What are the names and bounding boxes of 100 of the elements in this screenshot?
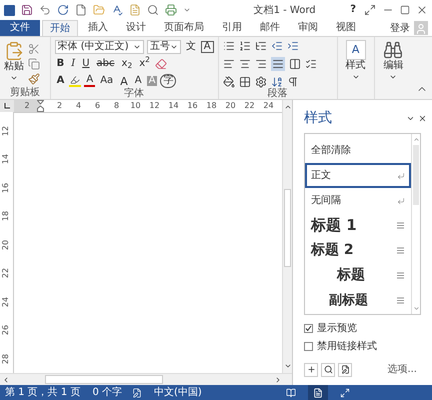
styles-button[interactable]: A 样式 (346, 40, 366, 80)
underline-button[interactable]: U (80, 59, 92, 69)
phonetic-guide-button[interactable]: 文 (184, 42, 198, 52)
cut-icon[interactable] (28, 43, 40, 55)
ribbon-tab[interactable]: 页面布局 (156, 20, 212, 36)
style-item[interactable]: 全部清除 (305, 138, 411, 163)
options-link[interactable]: 选项... (387, 362, 417, 377)
horizontal-scroll-thumb[interactable] (45, 375, 163, 384)
ruler-number: 22 (2, 268, 10, 278)
style-item[interactable]: 无间隔 (305, 188, 411, 213)
clear-formatting-icon[interactable] (154, 58, 167, 70)
linked-style-icon (396, 272, 405, 279)
style-item[interactable]: 副标题 (305, 288, 411, 313)
sort-icon[interactable] (270, 76, 283, 88)
change-case-button[interactable]: Aa (98, 76, 116, 86)
ruler-number: 6 (94, 100, 102, 112)
ribbon-tab[interactable]: 邮件 (252, 20, 288, 36)
ribbon-tab[interactable]: 引用 (214, 20, 250, 36)
strikethrough-button[interactable]: abc (94, 59, 117, 69)
borders-icon[interactable] (238, 76, 251, 88)
scroll-up-icon[interactable] (284, 103, 292, 111)
shading-icon[interactable] (222, 76, 235, 88)
enclose-characters-button[interactable]: 字 (160, 74, 176, 88)
scroll-down-icon[interactable] (284, 362, 292, 370)
grow-font-button[interactable]: A (118, 76, 130, 86)
ribbon-tab[interactable]: 插入 (80, 20, 116, 36)
highlighter-icon[interactable] (69, 75, 82, 87)
scroll-left-icon[interactable] (2, 376, 10, 384)
font-color-button[interactable]: A (84, 75, 96, 87)
close-icon[interactable] (416, 4, 428, 16)
text-effect-button[interactable]: A (54, 76, 66, 86)
style-item[interactable]: 标题 1 (305, 213, 411, 238)
character-border-button[interactable]: A (200, 41, 214, 53)
checkbox[interactable] (304, 342, 313, 351)
scroll-down-icon[interactable] (412, 305, 420, 312)
style-inspector-button[interactable] (321, 362, 335, 376)
spelling-icon[interactable] (111, 4, 123, 16)
new-style-button[interactable] (304, 362, 318, 376)
font-size-field[interactable]: 五号 (146, 40, 181, 54)
ruler-number: 24 (262, 100, 275, 112)
undo-icon[interactable] (39, 4, 51, 16)
save-icon[interactable] (21, 4, 33, 16)
indent-marker-icon[interactable] (37, 100, 44, 112)
justify-button[interactable] (270, 57, 285, 71)
editing-button[interactable]: 编辑 (383, 40, 404, 80)
page-count: 第 1 页，共 1 页 (5, 388, 80, 398)
print-preview-icon[interactable] (147, 4, 159, 16)
font-name-field[interactable]: 宋体 (中文正文) (54, 40, 144, 54)
ribbon-tab[interactable]: 审阅 (290, 20, 326, 36)
style-item[interactable]: 标题 2 (305, 238, 411, 263)
ruler-number: 12 (2, 126, 10, 136)
ruler-number: 20 (2, 240, 10, 250)
group-label: 字体 (123, 88, 146, 100)
show-marks-icon[interactable] (286, 76, 299, 88)
maximize-icon[interactable] (400, 5, 410, 15)
multilevel-list-icon[interactable] (254, 40, 267, 52)
close-icon[interactable] (418, 114, 427, 123)
read-mode-icon[interactable] (286, 388, 296, 398)
linked-style-icon (396, 247, 405, 254)
italic-button[interactable]: I (69, 59, 78, 69)
sign-in-link[interactable]: 登录 (390, 20, 410, 36)
proofing-icon[interactable] (132, 388, 142, 398)
ribbon-tab[interactable]: 设计 (118, 20, 154, 36)
linked-style-icon (396, 222, 405, 229)
ribbon-tab[interactable]: 开始 (42, 20, 78, 36)
styles-gallery-icon: A (346, 40, 366, 60)
ruler-number: 14 (2, 154, 10, 164)
distributed-icon[interactable] (288, 58, 301, 70)
pane-menu-icon[interactable] (406, 114, 415, 123)
align-right-icon[interactable] (254, 58, 267, 70)
help-button[interactable]: ? (348, 5, 358, 15)
ruler-number: 26 (2, 325, 10, 336)
ruler-number: 8 (112, 100, 120, 112)
bold-button[interactable]: B (54, 59, 66, 69)
print-layout-button[interactable] (308, 385, 328, 400)
copy-icon[interactable] (28, 58, 40, 70)
ribbon-tab[interactable]: 视图 (328, 20, 364, 36)
align-left-icon[interactable] (222, 58, 235, 70)
language[interactable]: 中文(中国) (154, 388, 202, 398)
paste-button[interactable]: 粘贴 (4, 41, 24, 82)
scroll-right-icon[interactable] (274, 376, 282, 384)
file-tab[interactable]: 文件 (0, 20, 40, 36)
shrink-font-button[interactable]: A (132, 76, 144, 86)
ruler-number: 22 (243, 100, 256, 112)
printer-icon[interactable] (165, 4, 177, 16)
increase-indent-icon[interactable] (286, 40, 299, 52)
align-center-icon[interactable] (238, 58, 251, 70)
decrease-indent-icon[interactable] (270, 40, 283, 52)
style-item[interactable]: 正文 (305, 163, 411, 188)
customize-icon[interactable] (183, 6, 191, 14)
numbering-icon[interactable] (238, 40, 251, 52)
manage-styles-button[interactable] (338, 362, 352, 376)
scroll-up-icon[interactable] (412, 136, 420, 143)
checkbox[interactable] (304, 324, 313, 333)
redo-icon[interactable] (57, 4, 69, 16)
subscript-button[interactable]: x$_{2}$ (120, 59, 134, 69)
format-painter-icon[interactable] (28, 73, 40, 85)
style-item[interactable]: 标题 (305, 263, 411, 288)
new-document-icon[interactable] (75, 4, 87, 16)
vertical-scroll-thumb[interactable] (284, 189, 291, 267)
